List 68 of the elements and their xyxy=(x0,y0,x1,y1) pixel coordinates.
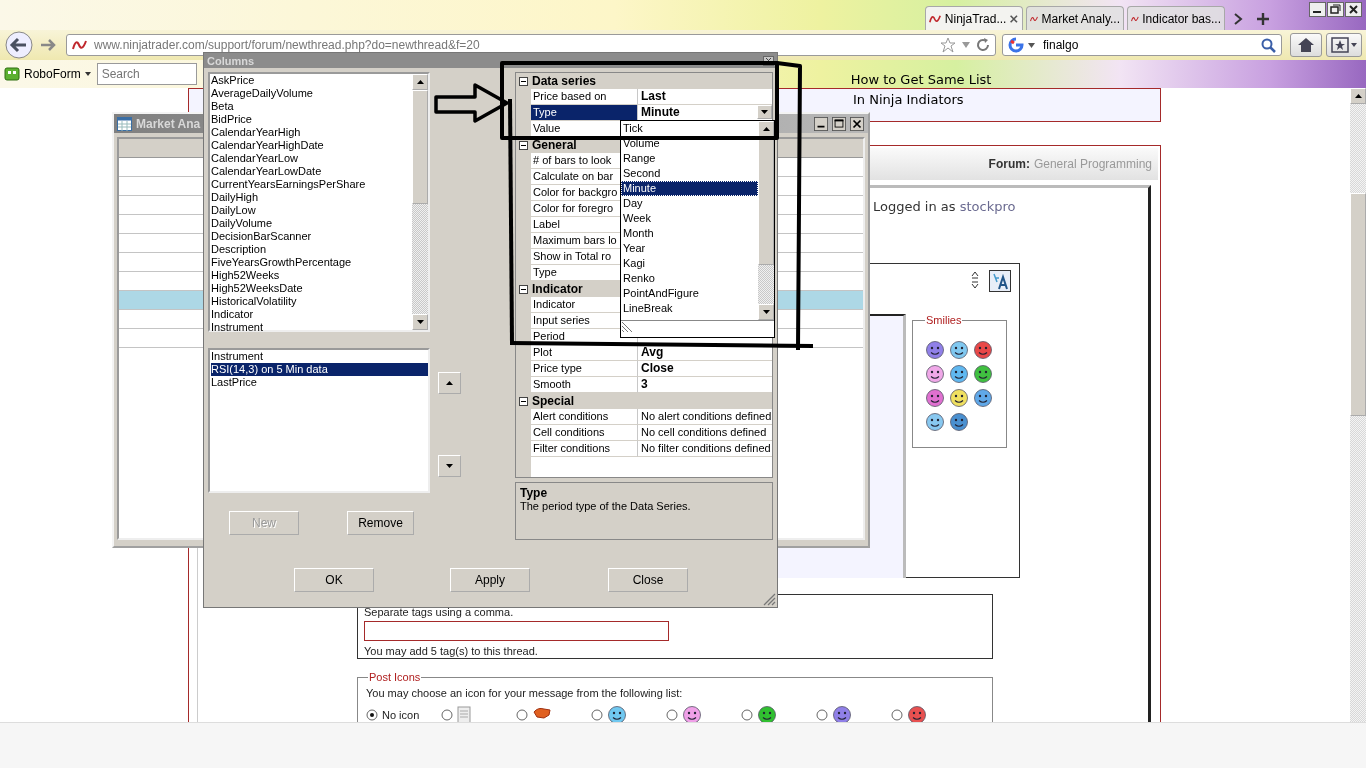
description-title: Type xyxy=(520,486,549,500)
smilies-legend: Smilies xyxy=(925,314,963,326)
dialog-button[interactable]: Remove xyxy=(347,511,414,535)
list-item[interactable]: RSI(14,3) on 5 Min data xyxy=(211,363,428,376)
thread-title: In Ninja Indiators xyxy=(853,92,964,107)
list-item[interactable]: AskPrice xyxy=(211,74,412,87)
list-item[interactable]: DecisionBarScanner xyxy=(211,230,412,243)
search-field[interactable]: Search xyxy=(96,63,197,85)
property-group: Data series xyxy=(532,74,597,88)
property-group: Indicator xyxy=(532,282,583,296)
property-value: Close xyxy=(641,361,674,376)
list-item[interactable]: DailyVolume xyxy=(211,217,412,230)
tags-note: You may add 5 tag(s) to this thread. xyxy=(364,645,539,657)
property-name[interactable]: Cell conditions xyxy=(531,425,638,441)
property-value: No filter conditions defined xyxy=(641,441,771,456)
list-item[interactable]: CurrentYearsEarningsPerShare xyxy=(211,178,412,191)
list-item[interactable]: CalendarYearHigh xyxy=(211,126,412,139)
search-field[interactable]: finalgo xyxy=(1002,34,1282,56)
list-item[interactable]: CalendarYearLow xyxy=(211,152,412,165)
description-text: The period type of the Data Series. xyxy=(520,500,692,512)
property-value: Minute xyxy=(641,105,680,120)
tags-hint: Separate tags using a comma. xyxy=(364,606,515,618)
property-name[interactable]: Type xyxy=(531,105,638,121)
property-name[interactable]: Alert conditions xyxy=(531,409,638,425)
dialog-button[interactable]: Apply xyxy=(450,568,530,592)
list-item[interactable]: DailyHigh xyxy=(211,191,412,204)
property-value: No alert conditions defined xyxy=(641,409,772,424)
property-value: Last xyxy=(641,89,666,104)
list-item[interactable]: CalendarYearLowDate xyxy=(211,165,412,178)
dropdown-option[interactable]: Volume xyxy=(621,136,758,151)
list-item[interactable]: Instrument xyxy=(211,350,428,363)
roboform-menu-button[interactable]: RoboForm xyxy=(24,67,91,81)
list-item[interactable]: DailyLow xyxy=(211,204,412,217)
list-item[interactable]: High52WeeksDate xyxy=(211,282,412,295)
property-name[interactable]: Filter conditions xyxy=(531,441,638,457)
property-name[interactable]: Price type xyxy=(531,361,638,377)
property-value: No cell conditions defined xyxy=(641,425,767,440)
browser-tab[interactable]: Indicator bas... xyxy=(1127,6,1225,30)
thread-title: How to Get Same List xyxy=(850,72,992,88)
dialog-button[interactable]: OK xyxy=(294,568,374,592)
list-item[interactable]: Instrument xyxy=(211,321,412,334)
property-name[interactable]: Plot xyxy=(531,345,638,361)
list-item[interactable]: FiveYearsGrowthPercentage xyxy=(211,256,412,269)
list-item[interactable]: Description xyxy=(211,243,412,256)
logged-in-label: Logged in as xyxy=(873,199,956,214)
list-item[interactable]: BidPrice xyxy=(211,113,412,126)
browser-tab[interactable]: Market Analy... xyxy=(1026,6,1124,30)
window-title: Market Ana xyxy=(136,116,201,131)
post-icons-legend: Post Icons xyxy=(368,671,422,683)
property-group: General xyxy=(532,138,577,152)
list-item[interactable]: Beta xyxy=(211,100,412,113)
dropdown-option[interactable]: Minute xyxy=(621,181,758,196)
property-value: 3 xyxy=(641,377,648,392)
list-item[interactable]: HistoricalVolatility xyxy=(211,295,412,308)
dialog-title: Columns xyxy=(207,54,255,67)
list-item[interactable]: LastPrice xyxy=(211,376,428,389)
property-group: Special xyxy=(532,394,575,408)
browser-tab[interactable]: NinjaTrad... xyxy=(925,6,1023,30)
forum-label: Forum: xyxy=(988,157,1030,171)
dialog-button[interactable]: Close xyxy=(608,568,688,592)
radio-label: No icon xyxy=(382,709,420,721)
list-item[interactable]: CalendarYearHighDate xyxy=(211,139,412,152)
list-item[interactable]: AverageDailyVolume xyxy=(211,87,412,100)
list-item[interactable]: High52Weeks xyxy=(211,269,412,282)
username-link[interactable]: stockpro xyxy=(959,199,1016,214)
post-icons-text: You may choose an icon for your message from the following list: xyxy=(366,687,684,699)
property-value: Avg xyxy=(641,345,664,360)
list-item[interactable]: Indicator xyxy=(211,308,412,321)
